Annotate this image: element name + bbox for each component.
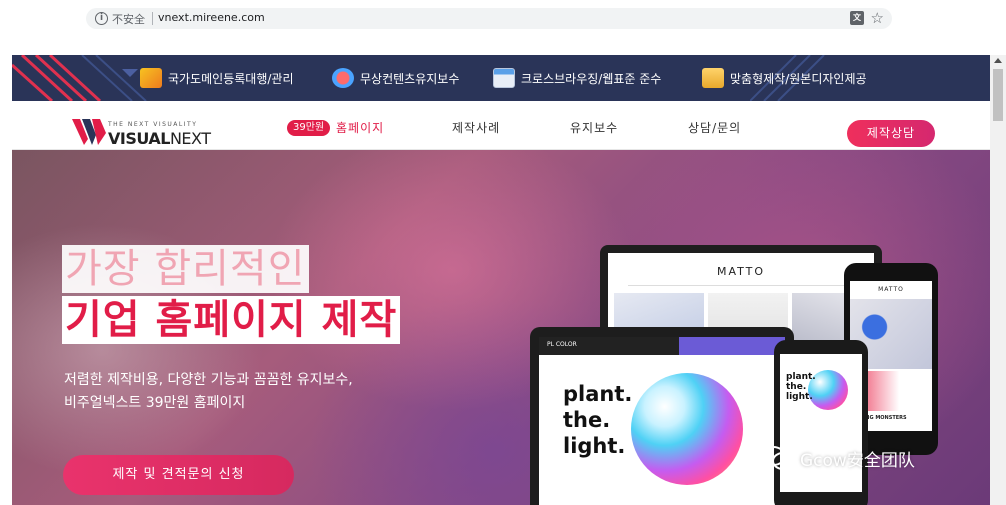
translate-icon[interactable]: 文 — [850, 11, 864, 25]
wechat-icon — [760, 446, 794, 470]
page-scrollbar[interactable] — [990, 55, 1006, 505]
logo-mark-icon[interactable] — [72, 119, 106, 145]
small-phone-headline: plant. the. light. — [786, 372, 816, 402]
address-separator — [152, 12, 153, 25]
nav-link-portfolio[interactable]: 제작사례 — [452, 119, 500, 136]
nav-link-contact[interactable]: 상담/문의 — [688, 119, 741, 136]
tablet-mockup: PL COLOR plant. the. light. — [530, 327, 794, 505]
price-badge: 39만원 — [287, 120, 331, 136]
main-navigation: THE NEXT VISUALITY VISUALNEXT 39만원 홈페이지 … — [12, 101, 990, 150]
phone-site-logo: MATTO — [878, 286, 904, 293]
url-text[interactable]: vnext.mireene.com — [158, 11, 265, 24]
page-viewport: 국가도메인등록대행/관리 무상컨텐츠유지보수 크로스브라우징/웹표준 준수 맞춤… — [12, 55, 990, 505]
logo-tagline: THE NEXT VISUALITY — [108, 121, 198, 128]
folder-icon — [702, 68, 724, 88]
hero-subtext-line1: 저렴한 제작비용, 다양한 기능과 꼼꼼한 유지보수, — [64, 372, 353, 388]
security-label: 不安全 — [112, 13, 145, 26]
browser-window-icon — [493, 68, 515, 88]
address-bar[interactable]: i 不安全 vnext.mireene.com 文 ☆ — [86, 8, 892, 29]
watermark-text: Gcow安全团队 — [800, 450, 915, 471]
tablet-header-accent — [679, 337, 785, 355]
strip-item-maintenance[interactable]: 무상컨텐츠유지보수 — [332, 68, 459, 88]
quote-request-button[interactable]: 제작 및 견적문의 신청 — [63, 455, 294, 495]
gradient-orb — [631, 373, 743, 485]
strip-item-label: 크로스브라우징/웹표준 준수 — [521, 71, 662, 86]
puzzle-icon — [332, 68, 354, 88]
nav-link-maintenance[interactable]: 유지보수 — [570, 119, 618, 136]
domain-icon — [140, 68, 162, 88]
mockup-menu-line — [628, 285, 854, 286]
small-phone-screen: plant. the. light. — [780, 354, 862, 492]
scroll-up-arrow-icon[interactable] — [994, 58, 1002, 63]
strip-item-label: 맞춤형제작/원본디자인제공 — [730, 71, 867, 86]
logo-light: NEXT — [169, 129, 211, 148]
watermark: Gcow安全团队 — [760, 445, 915, 471]
hero-headline-line2: 기업 홈페이지 제작 — [62, 296, 401, 344]
strip-item-custom[interactable]: 맞춤형제작/원본디자인제공 — [702, 68, 867, 88]
tablet-header-bar: PL COLOR — [539, 337, 785, 355]
tablet-brand: PL COLOR — [547, 341, 577, 348]
logo-wordmark[interactable]: VISUALNEXT — [108, 129, 211, 148]
strip-item-label: 국가도메인등록대행/관리 — [168, 71, 294, 86]
tablet-screen: PL COLOR plant. the. light. — [539, 337, 785, 505]
hero-headline-line1: 가장 합리적인 — [62, 245, 309, 293]
browser-toolbar: i 不安全 vnext.mireene.com 文 ☆ — [0, 0, 1006, 36]
strip-item-domain[interactable]: 국가도메인등록대행/관리 — [140, 68, 293, 88]
star-icon[interactable]: ☆ — [871, 9, 884, 27]
strip-item-crossbrowsing[interactable]: 크로스브라우징/웹표준 준수 — [493, 68, 661, 88]
mockup-site-logo: MATTO — [716, 265, 766, 278]
tablet-headline: plant. the. light. — [563, 382, 633, 458]
nav-link-homepage[interactable]: 홈페이지 — [336, 119, 384, 136]
small-phone-mockup: plant. the. light. — [774, 340, 868, 505]
strip-item-label: 무상컨텐츠유지보수 — [360, 71, 460, 86]
scroll-thumb[interactable] — [993, 69, 1003, 121]
hero-subtext-line2: 비주얼넥스트 39만원 홈페이지 — [64, 395, 246, 411]
top-feature-strip: 국가도메인등록대행/관리 무상컨텐츠유지보수 크로스브라우징/웹표준 준수 맞춤… — [12, 55, 990, 101]
consult-button[interactable]: 제작상담 — [847, 120, 935, 147]
info-icon[interactable]: i — [95, 12, 108, 25]
logo-bold: VISUAL — [108, 129, 170, 148]
